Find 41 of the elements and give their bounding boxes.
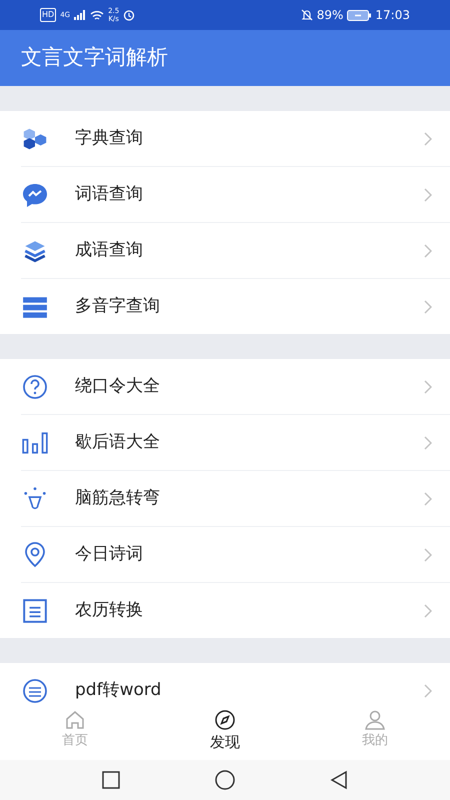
help-icon <box>21 374 49 400</box>
user-icon <box>364 709 386 731</box>
alarm-icon <box>123 9 136 21</box>
chevron-icon <box>424 132 432 146</box>
menu-item[interactable]: 字典查询 <box>0 111 450 166</box>
menu-item[interactable]: 成语查询 <box>0 223 450 278</box>
chevron-icon <box>424 604 432 618</box>
menu-item[interactable]: 词语查询 <box>0 167 450 222</box>
chevron-icon <box>424 300 432 314</box>
compass-icon <box>214 709 236 731</box>
clock-time: 17:03 <box>375 7 410 24</box>
list-circle-icon <box>21 678 49 704</box>
mute-icon <box>300 9 313 21</box>
menu-item[interactable]: pdf转word <box>0 663 450 705</box>
menu-item[interactable]: 农历转换 <box>0 583 450 638</box>
chevron-icon <box>424 380 432 394</box>
chevron-icon <box>424 492 432 506</box>
menu-item[interactable]: 多音字查询 <box>0 279 450 334</box>
chevron-icon <box>424 684 432 698</box>
chevron-icon <box>424 188 432 202</box>
app-title: 文言文字词解析 <box>21 44 168 72</box>
battery-icon <box>347 10 372 20</box>
calendar-icon <box>21 598 49 624</box>
menu-item[interactable]: 歇后语大全 <box>0 415 450 470</box>
home-button[interactable] <box>214 769 236 791</box>
chevron-icon <box>424 548 432 562</box>
menu-item[interactable]: 今日诗词 <box>0 527 450 582</box>
hd-icon: HD <box>40 8 56 22</box>
signal-icon <box>74 10 86 20</box>
back-button[interactable] <box>328 769 350 791</box>
wifi-icon <box>90 10 104 20</box>
chat-bubble-icon <box>21 182 49 208</box>
chevron-icon <box>424 436 432 450</box>
home-icon <box>64 709 86 731</box>
chevron-icon <box>424 244 432 258</box>
menu-item[interactable]: 绕口令大全 <box>0 359 450 414</box>
bar-chart-icon <box>21 430 49 456</box>
tab[interactable]: 发现 <box>150 705 300 760</box>
menu-item[interactable]: 脑筋急转弯 <box>0 471 450 526</box>
recent-apps-button[interactable] <box>100 769 122 791</box>
battery-percent: 89% <box>316 7 344 24</box>
